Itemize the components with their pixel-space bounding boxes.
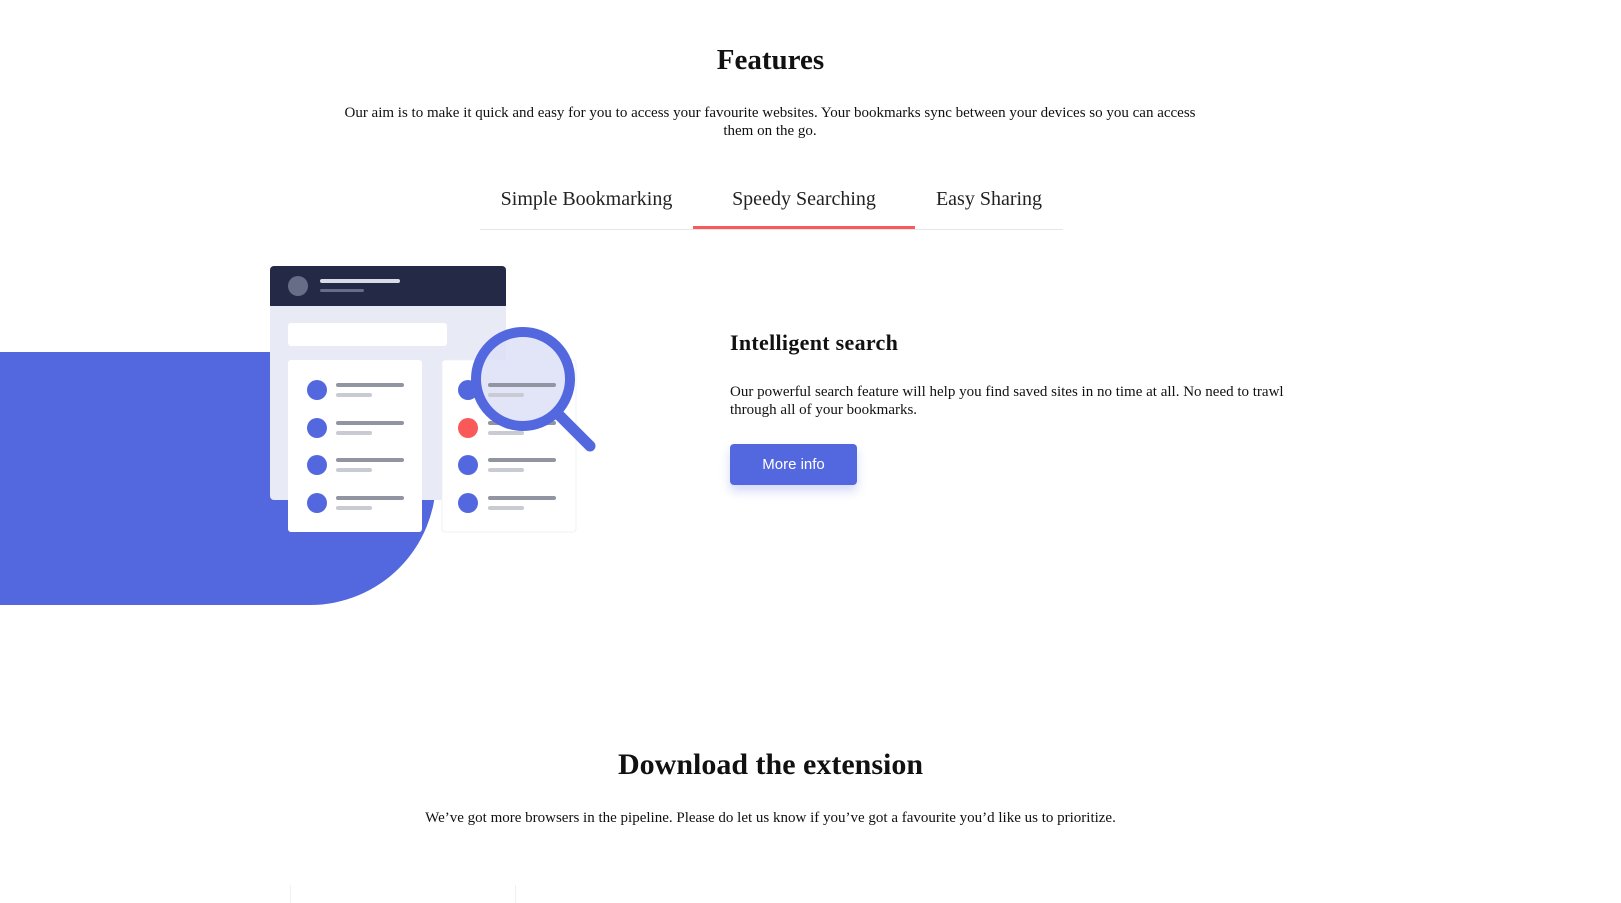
- features-description: Our aim is to make it quick and easy for…: [344, 105, 1196, 139]
- tab-speedy-searching[interactable]: Speedy Searching: [693, 181, 915, 229]
- browser-card: [290, 885, 516, 903]
- download-description: We’ve got more browsers in the pipeline.…: [425, 810, 1116, 826]
- panel-title: Intelligent search: [730, 330, 899, 355]
- feature-tabs: Simple Bookmarking Speedy Searching Easy…: [480, 181, 1063, 230]
- tab-simple-bookmarking[interactable]: Simple Bookmarking: [480, 181, 693, 227]
- download-title: Download the extension: [617, 748, 924, 781]
- search-illustration: [270, 266, 596, 533]
- tab-easy-sharing[interactable]: Easy Sharing: [915, 181, 1063, 227]
- features-title: Features: [716, 44, 825, 76]
- page: Features Our aim is to make it quick and…: [0, 0, 1621, 903]
- panel-description: Our powerful search feature will help yo…: [730, 384, 1284, 418]
- more-info-button[interactable]: More info: [730, 444, 857, 485]
